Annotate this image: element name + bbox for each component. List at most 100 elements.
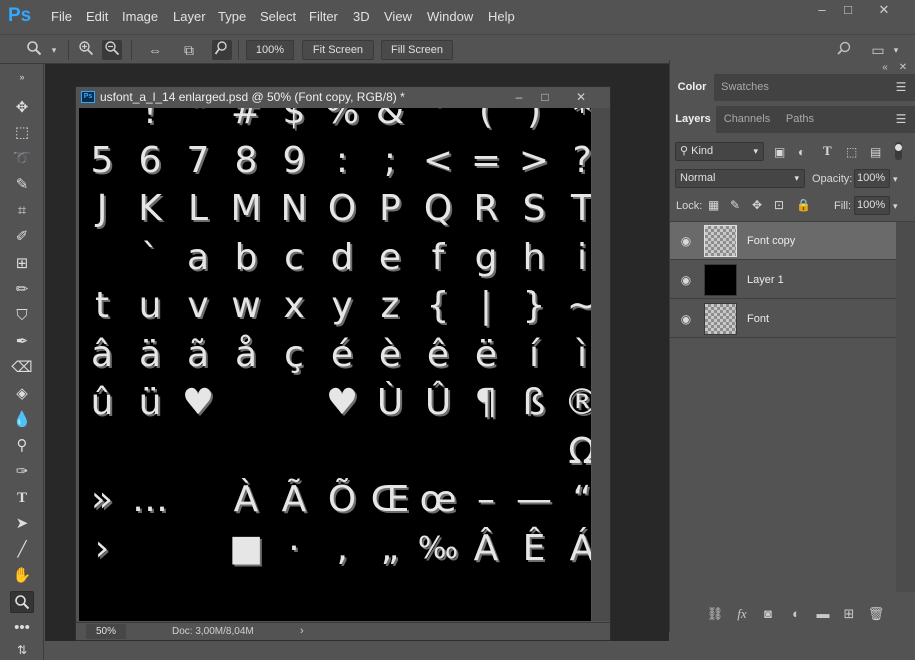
close-panels-icon[interactable]: ✕ <box>896 62 910 74</box>
collapse-panels-icon[interactable]: « <box>878 62 892 74</box>
opacity-field[interactable]: 100% <box>854 169 890 188</box>
blur-tool-icon[interactable]: 💧 <box>10 409 34 431</box>
panel-menu-icon[interactable]: ☰ <box>894 81 908 93</box>
toolbox-collapse-icon[interactable]: » <box>10 66 34 88</box>
menu-select[interactable]: Select <box>260 9 296 25</box>
maximize-button[interactable]: □ <box>830 0 866 20</box>
panel-menu-icon[interactable]: ☰ <box>894 113 908 125</box>
layer-style-icon[interactable]: fx <box>733 605 751 623</box>
scrubby-zoom-icon[interactable] <box>212 40 232 60</box>
add-mask-icon[interactable]: ◙ <box>759 605 777 623</box>
menu-view[interactable]: View <box>384 9 412 25</box>
adjustment-layer-icon[interactable]: ◐ <box>787 605 805 623</box>
font-glyph: L <box>187 188 209 229</box>
font-glyph: P <box>379 188 401 229</box>
zoom-tool-icon[interactable] <box>10 591 34 613</box>
font-glyph: d <box>330 236 354 278</box>
chevron-down-icon[interactable]: ▾ <box>886 40 906 60</box>
filter-type-icon[interactable]: T <box>823 144 832 158</box>
status-menu-arrow[interactable]: › <box>300 624 304 639</box>
tab-channels[interactable]: Channels <box>718 106 776 133</box>
fit-screen-button[interactable]: Fit Screen <box>302 40 374 60</box>
paint-bucket-icon[interactable]: ◈ <box>10 383 34 405</box>
tab-paths[interactable]: Paths <box>778 106 822 133</box>
visibility-eye-icon[interactable]: ◉ <box>678 311 694 327</box>
fill-field[interactable]: 100% <box>854 196 890 215</box>
document-canvas[interactable]: ! " # $% & ' () * 5 6 7 8 9:; < = >? J K L M N O P Q R S T ` a b c d e f g… <box>79 108 591 621</box>
delete-layer-icon[interactable]: 🗑 <box>867 605 885 623</box>
blend-mode-select[interactable]: Normal ▾ <box>675 169 805 188</box>
layer-row[interactable]: ◉ Font copy <box>670 222 896 260</box>
chevron-down-icon[interactable]: ▾ <box>893 172 898 186</box>
history-brush-icon[interactable]: ✒ <box>10 331 34 353</box>
lock-pixels-icon[interactable]: ✎ <box>730 198 740 212</box>
menu-image[interactable]: Image <box>122 9 158 25</box>
menu-filter[interactable]: Filter <box>309 9 338 25</box>
zoom-out-icon[interactable] <box>102 40 122 60</box>
marquee-tool-icon[interactable]: ⬚ <box>10 122 34 144</box>
tab-swatches[interactable]: Swatches <box>716 74 774 101</box>
chevron-down-icon[interactable]: ▾ <box>44 40 64 60</box>
stamp-tool-icon[interactable]: ⛉ <box>10 305 34 327</box>
filter-adjustment-icon[interactable]: ◐ <box>798 145 805 159</box>
brush-tool-icon[interactable]: ✏ <box>10 279 34 301</box>
quick-select-tool-icon[interactable]: ✎ <box>10 174 34 196</box>
fill-label: Fill: <box>834 200 852 212</box>
layer-row[interactable]: ◉ Font <box>670 300 896 338</box>
zoom-tool-preset-icon[interactable] <box>24 40 44 60</box>
resize-windows-icon[interactable]: ⇔ <box>145 40 165 60</box>
document-maximize-button[interactable]: □ <box>530 87 560 107</box>
zoom-all-windows-icon[interactable]: ⧉ <box>179 40 199 60</box>
chevron-down-icon[interactable]: ▾ <box>893 199 898 213</box>
swap-colors-icon[interactable]: ⇅ <box>10 639 34 660</box>
pen-tool-icon[interactable]: ✑ <box>10 461 34 483</box>
document-close-button[interactable]: ✕ <box>566 87 596 107</box>
filter-smart-object-icon[interactable]: ▤ <box>870 145 881 159</box>
new-layer-icon[interactable]: ⊞ <box>840 605 858 623</box>
lasso-tool-icon[interactable]: ➰ <box>10 148 34 170</box>
zoom-in-icon[interactable] <box>76 40 96 60</box>
new-group-icon[interactable]: ▬ <box>814 605 832 623</box>
lock-artboard-icon[interactable]: ⊡ <box>774 198 784 212</box>
menu-edit[interactable]: Edit <box>86 9 108 25</box>
lock-all-icon[interactable]: 🔒 <box>796 198 811 212</box>
filter-toggle[interactable] <box>895 142 902 160</box>
lock-position-icon[interactable]: ✥ <box>752 198 762 212</box>
eyedropper-tool-icon[interactable]: ✐ <box>10 226 34 248</box>
patch-tool-icon[interactable]: ⊞ <box>10 253 34 275</box>
zoom-percent-field[interactable]: 100% <box>246 40 294 60</box>
eraser-tool-icon[interactable]: ⌫ <box>10 357 34 379</box>
menu-3d[interactable]: 3D <box>353 9 370 25</box>
layer-filter-select[interactable]: ⚲ Kind ▾ <box>675 142 764 161</box>
menu-help[interactable]: Help <box>488 9 515 25</box>
tab-color[interactable]: Color <box>670 74 714 101</box>
status-zoom-field[interactable]: 50% <box>86 624 126 639</box>
link-layers-icon[interactable]: ⛓ <box>706 605 724 623</box>
path-select-tool-icon[interactable]: ➤ <box>10 513 34 535</box>
visibility-eye-icon[interactable]: ◉ <box>678 272 694 288</box>
dodge-tool-icon[interactable]: ⚲ <box>10 435 34 457</box>
tab-layers[interactable]: Layers <box>670 106 716 133</box>
more-tools-icon[interactable]: ••• <box>10 617 34 639</box>
menu-layer[interactable]: Layer <box>173 9 206 25</box>
fill-screen-button[interactable]: Fill Screen <box>381 40 453 60</box>
filter-pixel-icon[interactable]: ▣ <box>774 145 785 159</box>
crop-tool-icon[interactable]: ⌗ <box>10 200 34 222</box>
hand-tool-icon[interactable]: ✋ <box>10 565 34 587</box>
move-tool-icon[interactable]: ✥ <box>10 97 34 119</box>
close-button[interactable]: ✕ <box>866 0 902 20</box>
lock-transparent-icon[interactable]: ▦ <box>708 198 719 212</box>
line-tool-icon[interactable]: ╱ <box>10 539 34 561</box>
menu-window[interactable]: Window <box>427 9 473 25</box>
menu-file[interactable]: File <box>51 9 72 25</box>
visibility-eye-icon[interactable]: ◉ <box>678 233 694 249</box>
search-icon[interactable] <box>834 40 854 60</box>
filter-shape-icon[interactable]: ⬚ <box>846 145 857 159</box>
layers-scrollbar[interactable] <box>896 222 915 592</box>
menu-type[interactable]: Type <box>218 9 246 25</box>
document-titlebar[interactable]: Ps usfont_a_l_14 enlarged.psd @ 50% (Fon… <box>76 87 610 107</box>
workspace-switcher-icon[interactable]: ▭ <box>868 40 888 60</box>
type-tool-icon[interactable]: T <box>10 487 34 509</box>
vertical-scrollbar[interactable] <box>592 108 610 621</box>
layer-row[interactable]: ◉ Layer 1 <box>670 261 896 299</box>
